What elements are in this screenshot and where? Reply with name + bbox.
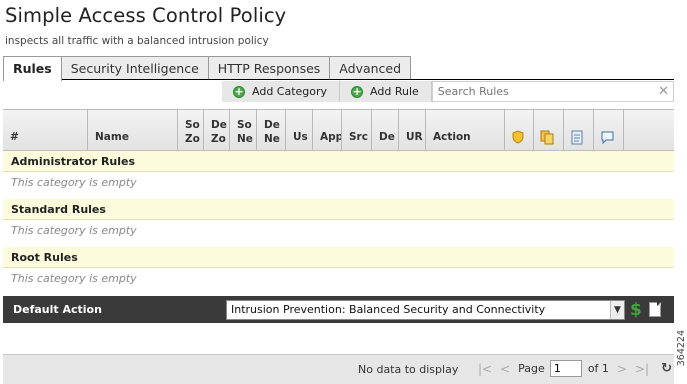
rules-table: # Name So Zo De Zo So Ne De Ne Us App Sr… [3, 109, 674, 295]
category-row-root[interactable]: Root Rules [3, 247, 674, 268]
page-label: Page [518, 362, 545, 375]
next-page-icon[interactable]: > [617, 362, 627, 376]
column-header-intrusion[interactable] [505, 110, 534, 151]
table-header: # Name So Zo De Zo So Ne De Ne Us App Sr… [3, 109, 674, 151]
category-row-administrator[interactable]: Administrator Rules [3, 151, 674, 172]
tab-security-intelligence[interactable]: Security Intelligence [60, 56, 209, 80]
default-action-value: Intrusion Prevention: Balanced Security … [231, 303, 546, 316]
add-category-label: Add Category [252, 85, 328, 98]
column-header-file[interactable] [534, 110, 564, 151]
category-empty-text: This category is empty [11, 224, 137, 237]
search-box: ✕ [431, 81, 674, 102]
tab-divider [3, 79, 674, 80]
clear-search-icon[interactable]: ✕ [658, 84, 669, 99]
add-rule-button[interactable]: + Add Rule [340, 81, 432, 102]
add-category-button[interactable]: + Add Category [222, 81, 341, 102]
previous-page-icon[interactable]: < [500, 362, 510, 376]
column-header-dest-networks[interactable]: De Ne [257, 110, 286, 151]
variable-set-icon[interactable]: $ [630, 300, 642, 320]
column-header-source-ports[interactable]: Src [342, 110, 372, 151]
copy-icon [540, 130, 554, 145]
page-number-input[interactable] [549, 360, 582, 377]
shield-icon [512, 130, 524, 144]
add-icon: + [233, 84, 245, 98]
no-data-text: No data to display [358, 363, 459, 376]
figure-number: 364224 [676, 330, 687, 367]
chevron-down-icon[interactable]: ▼ [610, 300, 624, 319]
page-subtitle: inspects all traffic with a balanced int… [5, 35, 269, 47]
category-row-standard[interactable]: Standard Rules [3, 199, 674, 220]
first-page-icon[interactable]: |< [478, 362, 492, 376]
rules-toolbar: + Add Category + Add Rule ✕ [222, 81, 674, 102]
last-page-icon[interactable]: >| [635, 362, 649, 376]
column-header-dest-zones[interactable]: De Zo [204, 110, 230, 151]
refresh-icon[interactable]: ↻ [661, 361, 672, 376]
column-header-source-zones[interactable]: So Zo [178, 110, 204, 151]
column-header-users[interactable]: Us [286, 110, 313, 151]
logging-icon[interactable] [648, 302, 661, 317]
tab-rules[interactable]: Rules [3, 56, 62, 81]
add-rule-label: Add Rule [370, 85, 419, 98]
page-count-label: of 1 [587, 362, 609, 375]
pagination-footer: No data to display |< < Page of 1 > >| ↻ [3, 354, 674, 384]
column-header-name[interactable]: Name [88, 110, 178, 151]
column-header-action[interactable]: Action [426, 110, 505, 151]
tab-http-responses[interactable]: HTTP Responses [207, 56, 331, 80]
column-header-dest-ports[interactable]: De [372, 110, 399, 151]
category-empty-text: This category is empty [11, 176, 137, 189]
search-input[interactable] [437, 85, 638, 98]
column-header-applications[interactable]: App [313, 110, 342, 151]
page-title: Simple Access Control Policy [5, 4, 287, 27]
column-header-comments[interactable] [594, 110, 624, 151]
category-empty-text: This category is empty [11, 272, 137, 285]
add-icon: + [351, 84, 364, 98]
pager: |< < Page of 1 > >| ↻ [478, 360, 672, 377]
comment-icon [601, 131, 614, 145]
tab-advanced[interactable]: Advanced [329, 56, 412, 80]
column-header-source-networks[interactable]: So Ne [230, 110, 257, 151]
default-action-bar: Default Action Intrusion Prevention: Bal… [3, 296, 674, 323]
log-icon [571, 130, 583, 145]
default-action-select[interactable]: Intrusion Prevention: Balanced Security … [226, 299, 625, 320]
column-header-number[interactable]: # [3, 110, 88, 151]
tab-bar: Rules Security Intelligence HTTP Respons… [3, 56, 412, 81]
column-header-urls[interactable]: UR [399, 110, 426, 151]
column-header-logging[interactable] [564, 110, 594, 151]
default-action-label: Default Action [13, 303, 102, 316]
